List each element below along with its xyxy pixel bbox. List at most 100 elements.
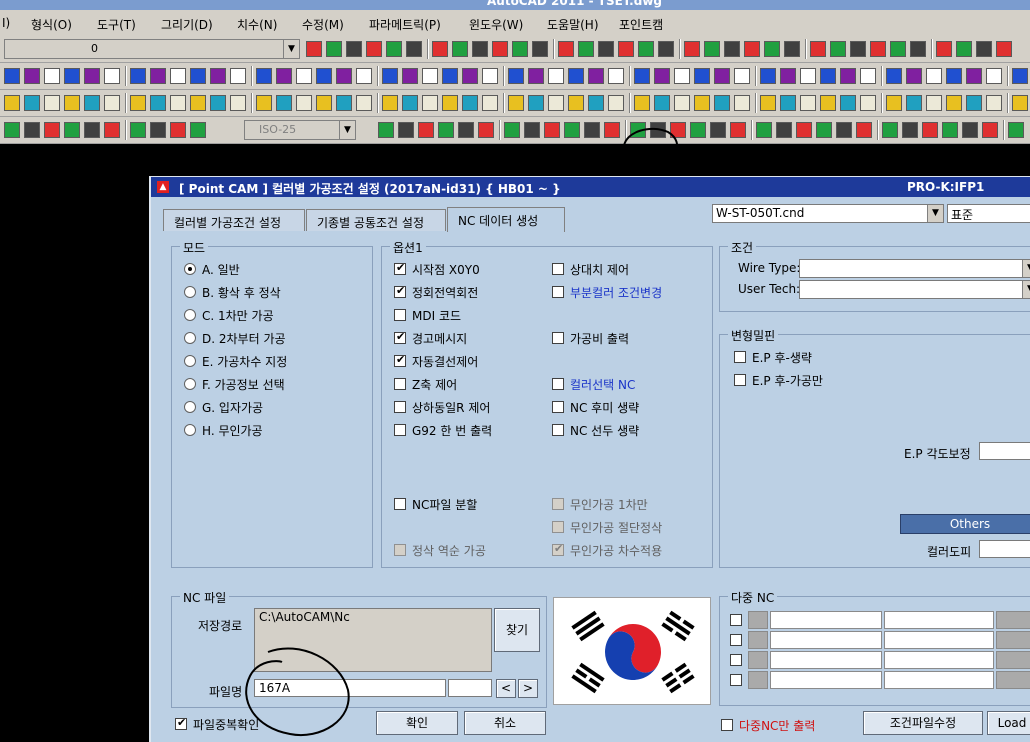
menu-item-parametric[interactable]: 파라메트릭(P) bbox=[369, 16, 441, 33]
toolbar-tool-icon[interactable] bbox=[730, 122, 746, 138]
chevron-down-icon[interactable]: ▼ bbox=[339, 121, 355, 139]
toolbar-tool-icon[interactable] bbox=[618, 41, 634, 57]
user-tech-combo[interactable]: ▼ bbox=[799, 280, 1030, 299]
toolbar-tool-icon[interactable] bbox=[190, 95, 206, 111]
toolbar-tool-icon[interactable] bbox=[548, 95, 564, 111]
toolbar-tool-icon[interactable] bbox=[800, 68, 816, 84]
toolbar-tool-icon[interactable] bbox=[654, 68, 670, 84]
menu-item-i[interactable]: I) bbox=[2, 16, 10, 30]
toolbar-tool-icon[interactable] bbox=[890, 41, 906, 57]
multi-nc-cell[interactable] bbox=[996, 651, 1030, 669]
option1-left-3[interactable]: 경고메시지 bbox=[394, 330, 467, 346]
toolbar-tool-icon[interactable] bbox=[64, 95, 80, 111]
checkbox-box[interactable] bbox=[730, 614, 742, 626]
toolbar-tool-icon[interactable] bbox=[336, 95, 352, 111]
toolbar-tool-icon[interactable] bbox=[406, 41, 422, 57]
toolbar-tool-icon[interactable] bbox=[926, 95, 942, 111]
toolbar-tool-icon[interactable] bbox=[780, 95, 796, 111]
toolbar-tool-icon[interactable] bbox=[528, 68, 544, 84]
multi-nc-cell[interactable] bbox=[748, 651, 768, 669]
multi-nc-cell[interactable] bbox=[884, 611, 994, 629]
multi-nc-cell[interactable] bbox=[884, 651, 994, 669]
toolbar-tool-icon[interactable] bbox=[230, 95, 246, 111]
chevron-down-icon[interactable]: ▼ bbox=[283, 40, 299, 58]
menu-item-tools[interactable]: 도구(T) bbox=[97, 16, 136, 33]
toolbar-tool-icon[interactable] bbox=[654, 95, 670, 111]
toolbar-tool-icon[interactable] bbox=[442, 95, 458, 111]
toolbar-tool-icon[interactable] bbox=[458, 122, 474, 138]
toolbar-tool-icon[interactable] bbox=[482, 68, 498, 84]
toolbar-tool-icon[interactable] bbox=[986, 68, 1002, 84]
option1-right-2[interactable]: 가공비 출력 bbox=[552, 330, 629, 346]
ep-angle-input[interactable] bbox=[979, 442, 1030, 460]
machine-combo[interactable]: W-ST-050T.cnd ▼ bbox=[712, 204, 944, 223]
radio-button[interactable] bbox=[184, 309, 196, 321]
toolbar-tool-icon[interactable] bbox=[1012, 68, 1028, 84]
toolbar-tool-icon[interactable] bbox=[4, 122, 20, 138]
checkbox-box[interactable] bbox=[394, 544, 406, 556]
ep-only-checkbox[interactable]: E.P 후-가공만 bbox=[734, 372, 823, 388]
toolbar-tool-icon[interactable] bbox=[398, 122, 414, 138]
checkbox-box[interactable] bbox=[552, 498, 564, 510]
find-button[interactable]: 찾기 bbox=[494, 608, 540, 652]
toolbar-tool-icon[interactable] bbox=[830, 41, 846, 57]
multi-nc-cell[interactable] bbox=[748, 631, 768, 649]
toolbar-tool-icon[interactable] bbox=[734, 95, 750, 111]
toolbar-tool-icon[interactable] bbox=[462, 95, 478, 111]
dup-check-checkbox[interactable]: 파일중복확인 bbox=[175, 716, 259, 732]
toolbar-tool-icon[interactable] bbox=[104, 95, 120, 111]
checkbox-box[interactable] bbox=[730, 654, 742, 666]
toolbar-tool-icon[interactable] bbox=[1012, 95, 1028, 111]
toolbar-tool-icon[interactable] bbox=[906, 95, 922, 111]
toolbar-tool-icon[interactable] bbox=[634, 95, 650, 111]
toolbar-tool-icon[interactable] bbox=[942, 122, 958, 138]
toolbar-tool-icon[interactable] bbox=[584, 122, 600, 138]
checkbox-box[interactable] bbox=[175, 716, 187, 730]
toolbar-tool-icon[interactable] bbox=[588, 68, 604, 84]
toolbar-tool-icon[interactable] bbox=[170, 95, 186, 111]
filename-ext-input[interactable] bbox=[448, 679, 492, 697]
toolbar-tool-icon[interactable] bbox=[860, 95, 876, 111]
radio-button[interactable] bbox=[184, 424, 196, 436]
toolbar-tool-icon[interactable] bbox=[512, 41, 528, 57]
menu-item-window[interactable]: 윈도우(W) bbox=[469, 16, 523, 33]
toolbar-tool-icon[interactable] bbox=[478, 122, 494, 138]
toolbar-tool-icon[interactable] bbox=[684, 41, 700, 57]
toolbar-tool-icon[interactable] bbox=[276, 68, 292, 84]
toolbar-tool-icon[interactable] bbox=[256, 95, 272, 111]
option1-left-2[interactable]: MDI 코드 bbox=[394, 307, 461, 323]
toolbar-tool-icon[interactable] bbox=[316, 95, 332, 111]
toolbar-tool-icon[interactable] bbox=[962, 122, 978, 138]
toolbar-tool-icon[interactable] bbox=[558, 41, 574, 57]
toolbar-tool-icon[interactable] bbox=[528, 95, 544, 111]
nc-split-checkbox[interactable]: NC파일 분할 bbox=[394, 496, 477, 512]
toolbar-tool-icon[interactable] bbox=[996, 41, 1012, 57]
toolbar-tool-icon[interactable] bbox=[44, 122, 60, 138]
toolbar-tool-icon[interactable] bbox=[296, 68, 312, 84]
toolbar-tool-icon[interactable] bbox=[24, 122, 40, 138]
toolbar-tool-icon[interactable] bbox=[882, 122, 898, 138]
toolbar-tool-icon[interactable] bbox=[150, 95, 166, 111]
toolbar-tool-icon[interactable] bbox=[568, 68, 584, 84]
toolbar-tool-icon[interactable] bbox=[820, 95, 836, 111]
toolbar-tool-icon[interactable] bbox=[482, 95, 498, 111]
toolbar-tool-icon[interactable] bbox=[402, 95, 418, 111]
checkbox-box[interactable] bbox=[730, 674, 742, 686]
multi-nc-cell[interactable] bbox=[748, 671, 768, 689]
toolbar-tool-icon[interactable] bbox=[356, 95, 372, 111]
toolbar-tool-icon[interactable] bbox=[418, 122, 434, 138]
toolbar-tool-icon[interactable] bbox=[524, 122, 540, 138]
wire-type-combo[interactable]: ▼ bbox=[799, 259, 1030, 278]
option1-left-4[interactable]: 자동결선제어 bbox=[394, 353, 478, 369]
mode-option-1[interactable]: B. 황삭 후 정삭 bbox=[184, 284, 281, 300]
checkbox-box[interactable] bbox=[552, 378, 564, 390]
toolbar-tool-icon[interactable] bbox=[104, 68, 120, 84]
toolbar-tool-icon[interactable] bbox=[966, 68, 982, 84]
toolbar-tool-icon[interactable] bbox=[714, 95, 730, 111]
toolbar-tool-icon[interactable] bbox=[902, 122, 918, 138]
toolbar-tool-icon[interactable] bbox=[564, 122, 580, 138]
toolbar-tool-icon[interactable] bbox=[976, 41, 992, 57]
toolbar-tool-icon[interactable] bbox=[356, 68, 372, 84]
menu-item-format[interactable]: 형식(O) bbox=[31, 16, 72, 33]
checkbox-box[interactable] bbox=[730, 634, 742, 646]
